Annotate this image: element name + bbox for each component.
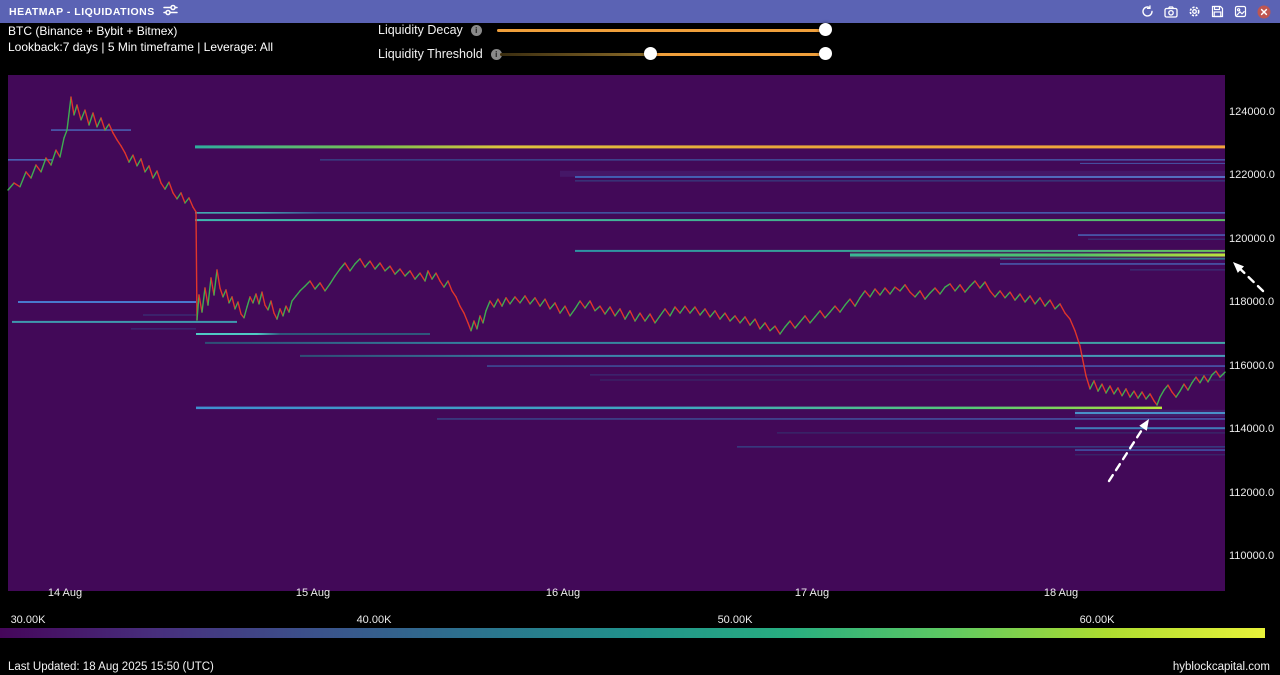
price-tick-label: 120000.0 bbox=[1229, 233, 1275, 245]
liquidity-level-line bbox=[300, 355, 1225, 357]
time-axis: 14 Aug 15 Aug 16 Aug 17 Aug 18 Aug bbox=[0, 587, 1280, 601]
liquidation-heatmap-chart[interactable] bbox=[0, 0, 1280, 675]
liquidity-level-line bbox=[1075, 449, 1225, 451]
colorbar-tick-label: 50.00K bbox=[718, 614, 753, 626]
colorbar-tick-label: 40.00K bbox=[357, 614, 392, 626]
liquidity-level-line bbox=[487, 365, 1225, 367]
date-tick-label: 16 Aug bbox=[546, 587, 580, 599]
colorbar-tick-label: 30.00K bbox=[11, 614, 46, 626]
liquidity-level-line bbox=[1075, 410, 1225, 417]
price-tick-label: 122000.0 bbox=[1229, 169, 1275, 181]
liquidity-level-line bbox=[143, 315, 196, 316]
liquidity-level-line bbox=[437, 418, 1225, 420]
liquidity-level-line bbox=[1088, 239, 1225, 240]
liquidity-level-line bbox=[195, 219, 1225, 221]
liquidity-level-line bbox=[560, 171, 1225, 177]
liquidity-level-line bbox=[1075, 427, 1225, 429]
liquidity-level-line bbox=[196, 407, 1162, 410]
liquidity-level-line bbox=[18, 301, 196, 303]
liquidity-level-line bbox=[600, 380, 1225, 381]
liquidity-level-line bbox=[590, 374, 1225, 375]
date-tick-label: 14 Aug bbox=[48, 587, 82, 599]
liquidity-level-line bbox=[12, 321, 237, 323]
liquidity-level-line bbox=[195, 145, 1225, 148]
heatmap-background bbox=[8, 75, 1225, 591]
colorbar-labels: 30.00K 40.00K 50.00K 60.00K bbox=[0, 614, 1280, 627]
liquidity-level-line bbox=[737, 446, 1225, 448]
liquidity-level-line bbox=[1000, 258, 1225, 260]
price-tick-label: 110000.0 bbox=[1229, 550, 1274, 562]
liquidity-level-line bbox=[1080, 163, 1225, 164]
liquidity-level-line bbox=[575, 180, 1225, 181]
arrow-to-119500-liquidity-band bbox=[1233, 262, 1263, 291]
price-tick-label: 114000.0 bbox=[1229, 423, 1274, 435]
price-tick-label: 124000.0 bbox=[1229, 106, 1275, 118]
site-credit-label: hyblockcapital.com bbox=[1173, 661, 1270, 673]
date-tick-label: 17 Aug bbox=[795, 587, 829, 599]
colorbar-tick-label: 60.00K bbox=[1080, 614, 1115, 626]
liquidity-level-line bbox=[320, 159, 1225, 161]
last-updated-label: Last Updated: 18 Aug 2025 15:50 (UTC) bbox=[8, 661, 214, 673]
liquidity-level-line bbox=[131, 328, 196, 329]
date-tick-label: 15 Aug bbox=[296, 587, 330, 599]
liquidity-level-line bbox=[205, 342, 1225, 344]
liquidity-level-line bbox=[51, 129, 131, 131]
price-tick-label: 112000.0 bbox=[1229, 487, 1274, 499]
liquidity-level-line bbox=[1078, 234, 1225, 236]
price-tick-label: 118000.0 bbox=[1229, 296, 1274, 308]
liquidity-level-line bbox=[196, 333, 430, 335]
liquidity-level-line bbox=[1075, 454, 1225, 455]
liquidity-level-line bbox=[777, 432, 1225, 433]
liquidity-level-line bbox=[1130, 269, 1225, 270]
colorbar-gradient bbox=[0, 628, 1265, 638]
liquidity-level-line bbox=[850, 251, 1225, 259]
price-tick-label: 116000.0 bbox=[1229, 360, 1274, 372]
date-tick-label: 18 Aug bbox=[1044, 587, 1078, 599]
liquidity-level-line bbox=[195, 212, 1225, 214]
liquidity-level-line bbox=[1000, 263, 1225, 265]
